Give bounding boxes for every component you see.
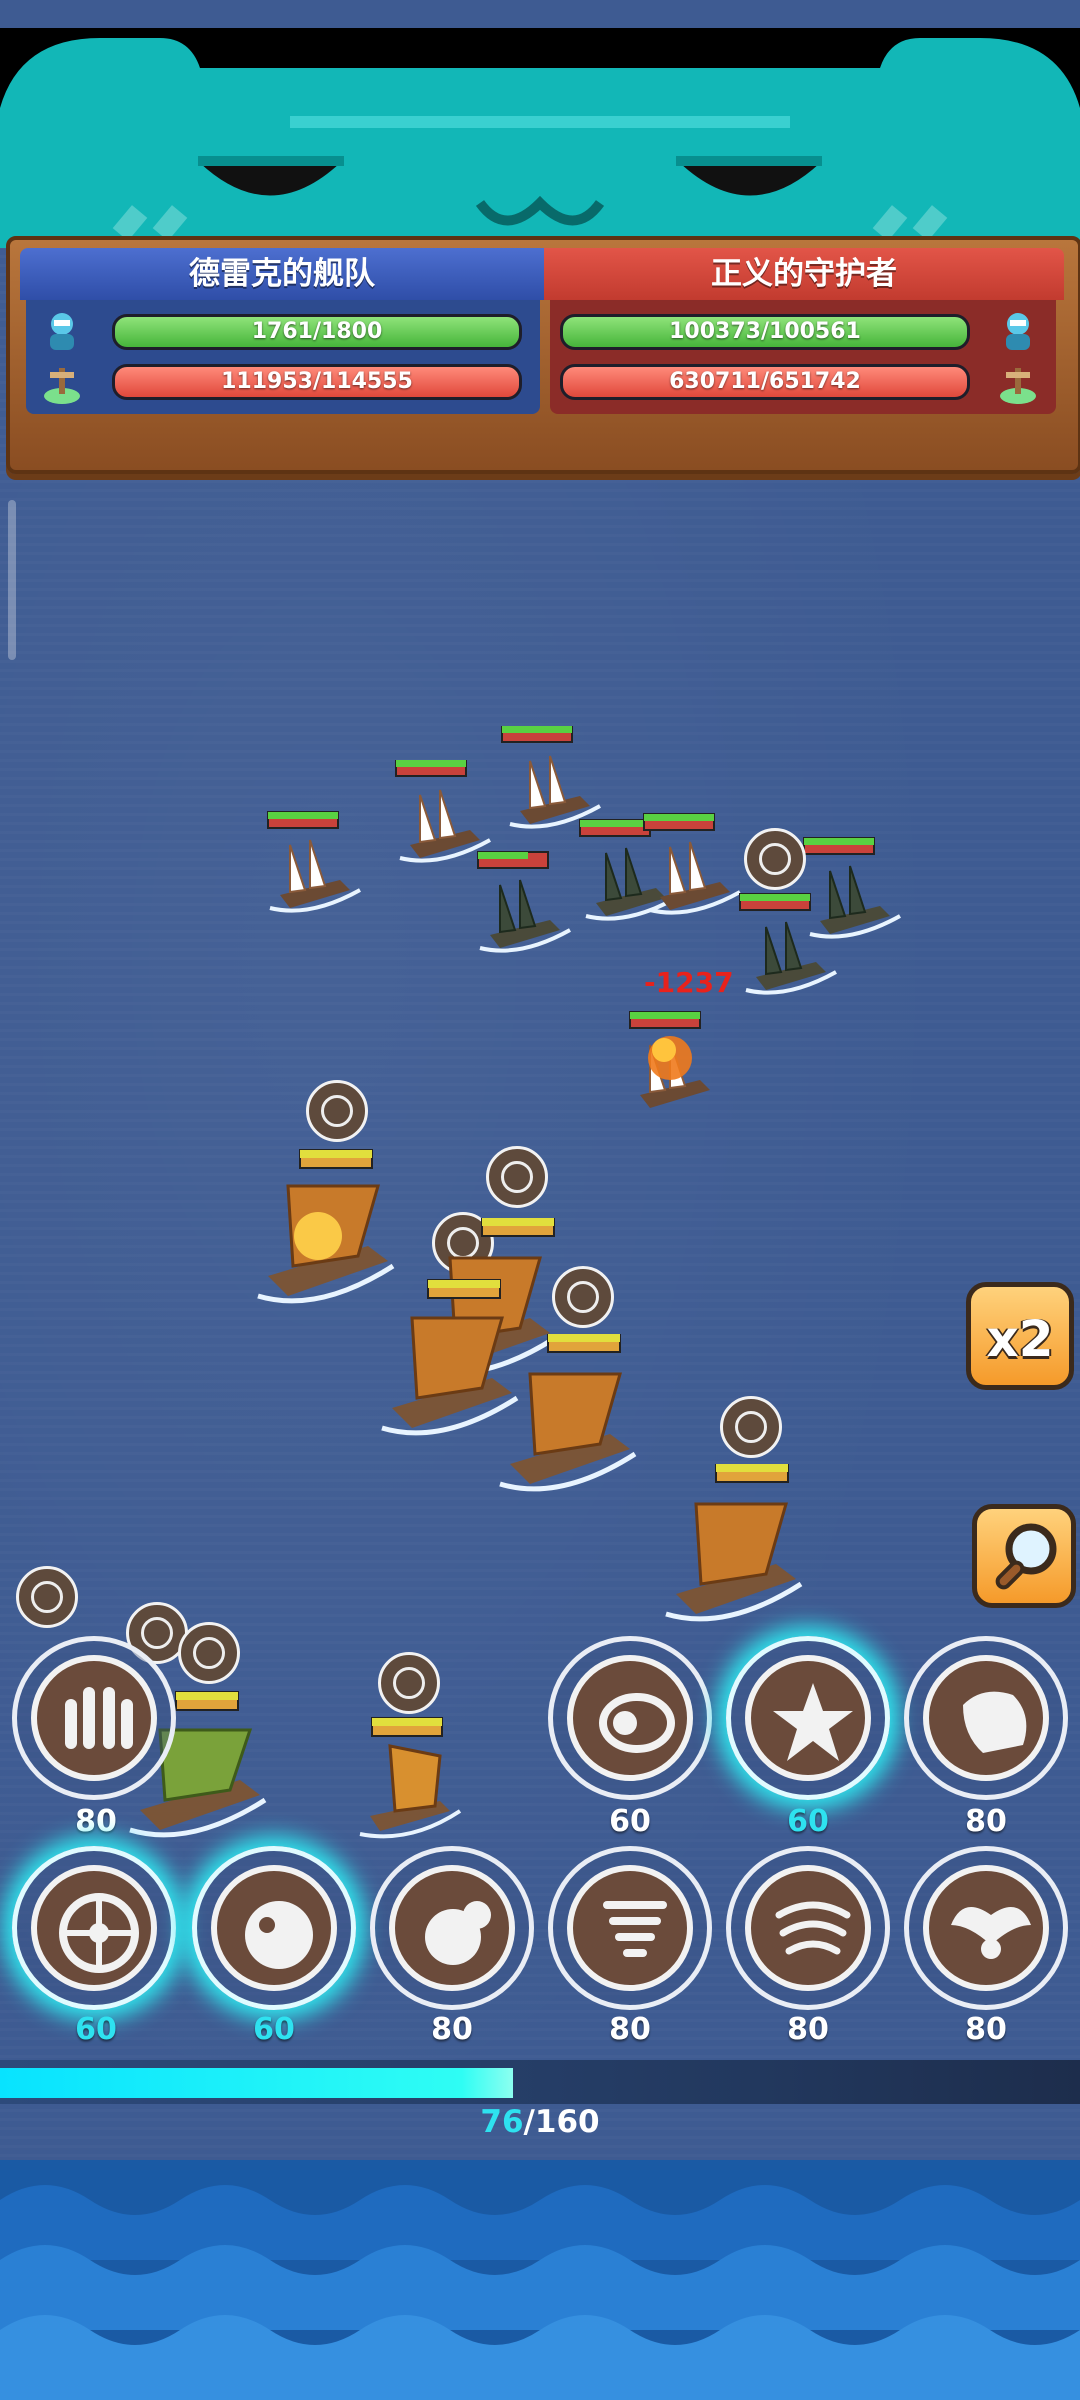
rocket-volley-icon	[65, 1687, 133, 1749]
orb-icon	[245, 1901, 313, 1969]
skill-cost: 80	[787, 2012, 829, 2047]
skill-button-8[interactable]	[548, 1846, 712, 2010]
captain-icon	[50, 313, 74, 350]
skill-button-4[interactable]	[904, 1636, 1068, 1800]
magnifier-icon	[995, 1523, 1057, 1590]
cat-mascot-banner	[0, 38, 1080, 248]
unit-status-icon	[306, 1080, 368, 1142]
ally-ship[interactable]	[490, 1334, 640, 1504]
ally-stats-panel: 1761/1800 111953/114555	[26, 300, 540, 414]
skill-cost: 60	[253, 2012, 295, 2047]
ally-ship-hp-bar: 111953/114555	[112, 364, 522, 400]
unit-status-icon	[720, 1396, 782, 1458]
enemy-ship[interactable]	[640, 812, 750, 922]
skill-button-10[interactable]	[904, 1846, 1068, 2010]
skill-cost: 80	[431, 2012, 473, 2047]
ocean-waves-decor	[0, 2160, 1080, 2400]
unit-status-icon	[178, 1622, 240, 1684]
ally-ship[interactable]	[656, 1464, 806, 1634]
energy-bar-fill	[0, 2068, 513, 2098]
skill-button-2[interactable]	[548, 1636, 712, 1800]
storm-icon	[775, 1901, 851, 1955]
enemy-stats-panel: 100373/100561 630711/651742	[550, 300, 1056, 414]
skill-cost: 80	[965, 1804, 1007, 1839]
skill-button-3[interactable]	[726, 1636, 890, 1800]
unit-status-icon	[552, 1266, 614, 1328]
battle-status-panel: 德雷克的舰队 正义的守护者 1761/1800 111953/114555 10…	[6, 236, 1080, 474]
winged-icon	[951, 1907, 1031, 1959]
skill-cost: 60	[609, 1804, 651, 1839]
fist-icon	[963, 1691, 1027, 1753]
skill-cost: 60	[787, 1804, 829, 1839]
unit-status-icon	[744, 828, 806, 890]
enemy-ship-on-fire[interactable]	[620, 1010, 730, 1120]
enemy-ship[interactable]	[470, 850, 580, 960]
skill-cost: 80	[965, 2012, 1007, 2047]
tornado-icon	[603, 1901, 667, 1957]
enemy-crew-hp-bar: 100373/100561	[560, 314, 970, 350]
spiky-burst-icon	[773, 1683, 853, 1761]
enemy-ship[interactable]	[736, 892, 846, 1002]
captain-icon	[1006, 313, 1030, 350]
energy-max: /160	[523, 2104, 600, 2140]
skill-button-6[interactable]	[192, 1846, 356, 2010]
unit-status-icon	[378, 1652, 440, 1714]
skill-cost: 60	[75, 2012, 117, 2047]
damage-popup: -1237	[644, 966, 734, 999]
skill-button-9[interactable]	[726, 1846, 890, 2010]
status-strip	[0, 0, 1080, 28]
ally-team-name: 德雷克的舰队	[20, 248, 544, 300]
unit-status-icon	[16, 1566, 78, 1628]
ally-junk-ship[interactable]	[350, 1716, 470, 1846]
speed-toggle-button[interactable]: x2	[966, 1282, 1074, 1390]
ship-wheel-icon	[1000, 368, 1036, 404]
skill-cost: 80	[75, 1804, 117, 1839]
ship-wheel-icon	[44, 368, 80, 404]
side-drawer-handle[interactable]	[8, 500, 16, 660]
cannonball-icon	[599, 1693, 675, 1753]
enemy-ship[interactable]	[260, 810, 370, 920]
skill-button-7[interactable]	[370, 1846, 534, 2010]
zoom-button[interactable]	[972, 1504, 1076, 1608]
skill-button-5[interactable]	[12, 1846, 176, 2010]
enemy-ship-hp-bar: 630711/651742	[560, 364, 970, 400]
boulder-icon	[425, 1901, 491, 1965]
ally-crew-hp-bar: 1761/1800	[112, 314, 522, 350]
energy-current: 76	[480, 2104, 524, 2140]
energy-counter: 76/160	[0, 2104, 1080, 2140]
enemy-team-name: 正义的守护者	[544, 248, 1064, 300]
skill-button-1[interactable]	[12, 1636, 176, 1800]
shield-wheel-icon	[59, 1893, 139, 1973]
skill-cost: 80	[609, 2012, 651, 2047]
unit-status-icon	[486, 1146, 548, 1208]
